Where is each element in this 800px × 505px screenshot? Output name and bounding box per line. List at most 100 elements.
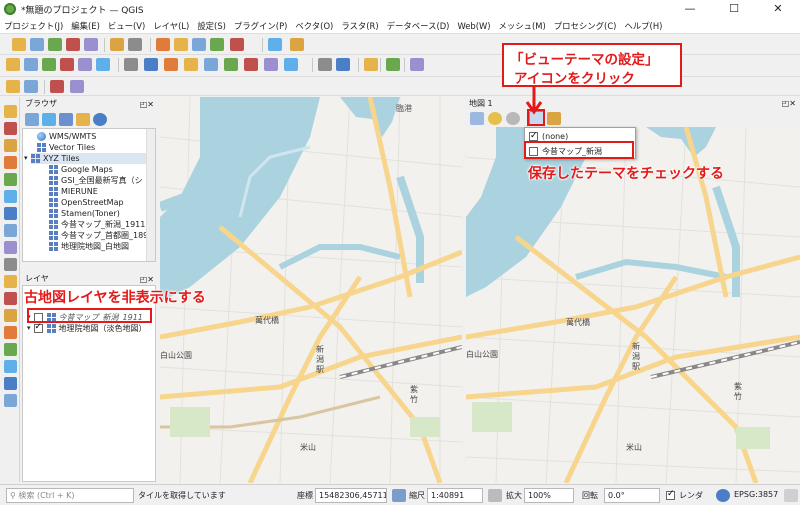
menu-item[interactable]: レイヤ(L): [153, 20, 189, 32]
toolbar-button-icon[interactable]: [70, 80, 84, 93]
toolbar-button-icon[interactable]: [224, 58, 238, 71]
add-icon[interactable]: [25, 113, 39, 126]
toolbar-button-icon[interactable]: [192, 38, 206, 51]
menu-item[interactable]: Web(W): [457, 21, 490, 31]
toolbar-button-icon[interactable]: [12, 38, 26, 51]
zoom-full-icon[interactable]: [470, 112, 484, 125]
toolbar-button-icon[interactable]: [6, 58, 20, 71]
messages-icon[interactable]: [784, 489, 798, 502]
crs-label[interactable]: EPSG:3857: [734, 490, 778, 499]
toolbar-button-icon[interactable]: [110, 38, 124, 51]
expand-arrow-icon[interactable]: ▾: [27, 323, 31, 334]
toolbar-button-icon[interactable]: [156, 38, 170, 51]
toolbar-button-icon[interactable]: [96, 58, 110, 71]
browser-item[interactable]: ▾ XYZ Tiles: [24, 153, 151, 164]
toolbar-button-icon[interactable]: [144, 58, 158, 71]
rotation-field[interactable]: 0.0°: [604, 488, 660, 503]
toolbar-button-icon[interactable]: [24, 80, 38, 93]
zoom-to-selection-icon[interactable]: [488, 112, 502, 125]
crs-globe-icon[interactable]: [716, 489, 730, 502]
digitize-tool-icon[interactable]: [4, 309, 17, 322]
toolbar-button-icon[interactable]: [124, 58, 138, 71]
toggle-extents-icon[interactable]: [392, 489, 406, 502]
locator-search-input[interactable]: ⚲ 検索 (Ctrl + K): [6, 488, 134, 503]
collapse-icon[interactable]: [76, 113, 90, 126]
digitize-tool-icon[interactable]: [4, 173, 17, 186]
browser-scrollbar[interactable]: [146, 129, 155, 261]
digitize-tool-icon[interactable]: [4, 224, 17, 237]
toolbar-button-icon[interactable]: [84, 38, 98, 51]
toolbar-button-icon[interactable]: [42, 58, 56, 71]
toolbar-button-icon[interactable]: [364, 58, 378, 71]
toolbar-button-icon[interactable]: [24, 58, 38, 71]
menu-item[interactable]: 編集(E): [71, 20, 100, 32]
menu-item[interactable]: ビュー(V): [108, 20, 145, 32]
toolbar-button-icon[interactable]: [290, 38, 304, 51]
digitize-tool-icon[interactable]: [4, 105, 17, 118]
browser-item[interactable]: Vector Tiles: [37, 142, 95, 153]
browser-item[interactable]: MIERUNE: [49, 186, 98, 197]
toolbar-button-icon[interactable]: [204, 58, 218, 71]
toolbar-button-icon[interactable]: [264, 58, 278, 71]
toolbar-button-icon[interactable]: [386, 58, 400, 71]
coordinate-field[interactable]: 15482306,4571152: [315, 488, 387, 503]
maximize-button[interactable]: ☐: [712, 0, 756, 18]
expand-arrow-icon[interactable]: ▾: [24, 153, 28, 164]
filter-icon[interactable]: [59, 113, 73, 126]
toolbar-button-icon[interactable]: [410, 58, 424, 71]
toolbar-button-icon[interactable]: [48, 38, 62, 51]
menu-item[interactable]: 設定(S): [197, 20, 226, 32]
toolbar-button-icon[interactable]: [230, 38, 244, 51]
toolbar-button-icon[interactable]: [174, 38, 188, 51]
render-toggle[interactable]: レンダ: [666, 489, 703, 501]
toolbar-button-icon[interactable]: [284, 58, 298, 71]
scale-field[interactable]: 1:40891: [427, 488, 483, 503]
close-panel-icon[interactable]: ◰✕: [782, 97, 796, 110]
digitize-tool-icon[interactable]: [4, 394, 17, 407]
toolbar-button-icon[interactable]: [60, 58, 74, 71]
digitize-tool-icon[interactable]: [4, 258, 17, 271]
refresh-icon[interactable]: [42, 113, 56, 126]
digitize-tool-icon[interactable]: [4, 190, 17, 203]
layer-visibility-checkbox[interactable]: [33, 322, 43, 333]
toolbar-button-icon[interactable]: [318, 58, 332, 71]
digitize-tool-icon[interactable]: [4, 377, 17, 390]
digitize-tool-icon[interactable]: [4, 292, 17, 305]
toolbar-button-icon[interactable]: [50, 80, 64, 93]
toolbar-button-icon[interactable]: [6, 80, 20, 93]
toolbar-button-icon[interactable]: [244, 58, 258, 71]
theme-checkbox[interactable]: [529, 130, 538, 143]
digitize-tool-icon[interactable]: [4, 343, 17, 356]
browser-item[interactable]: 地理院地図_白地図: [49, 241, 129, 252]
menu-item[interactable]: プロジェクト(J): [4, 20, 63, 32]
digitize-tool-icon[interactable]: [4, 360, 17, 373]
digitize-tool-icon[interactable]: [4, 156, 17, 169]
layer-row[interactable]: ▾ 地理院地図（淡色地図）: [27, 322, 147, 334]
browser-item[interactable]: WMS/WMTS: [37, 131, 96, 142]
minimize-button[interactable]: —: [668, 0, 712, 18]
menu-item[interactable]: プロセシング(C): [554, 20, 617, 32]
menu-item[interactable]: プラグイン(P): [234, 20, 287, 32]
digitize-tool-icon[interactable]: [4, 139, 17, 152]
menu-item[interactable]: ベクタ(O): [295, 20, 333, 32]
toolbar-button-icon[interactable]: [268, 38, 282, 51]
toolbar-button-icon[interactable]: [164, 58, 178, 71]
info-icon[interactable]: [93, 113, 107, 126]
browser-item[interactable]: Google Maps: [49, 164, 113, 175]
toolbar-button-icon[interactable]: [66, 38, 80, 51]
digitize-tool-icon[interactable]: [4, 241, 17, 254]
digitize-tool-icon[interactable]: [4, 275, 17, 288]
render-checkbox[interactable]: [666, 489, 675, 500]
menu-item[interactable]: ラスタ(R): [341, 20, 378, 32]
magnifier-field[interactable]: 100%: [524, 488, 574, 503]
browser-item[interactable]: Stamen(Toner): [49, 208, 120, 219]
toolbar-button-icon[interactable]: [184, 58, 198, 71]
lock-scale-icon[interactable]: [488, 489, 502, 502]
toolbar-button-icon[interactable]: [336, 58, 350, 71]
digitize-tool-icon[interactable]: [4, 326, 17, 339]
toolbar-button-icon[interactable]: [30, 38, 44, 51]
digitize-tool-icon[interactable]: [4, 122, 17, 135]
menu-item[interactable]: ヘルプ(H): [624, 20, 662, 32]
digitize-tool-icon[interactable]: [4, 207, 17, 220]
browser-item[interactable]: GSI_全国最新写真（シ: [49, 175, 143, 186]
